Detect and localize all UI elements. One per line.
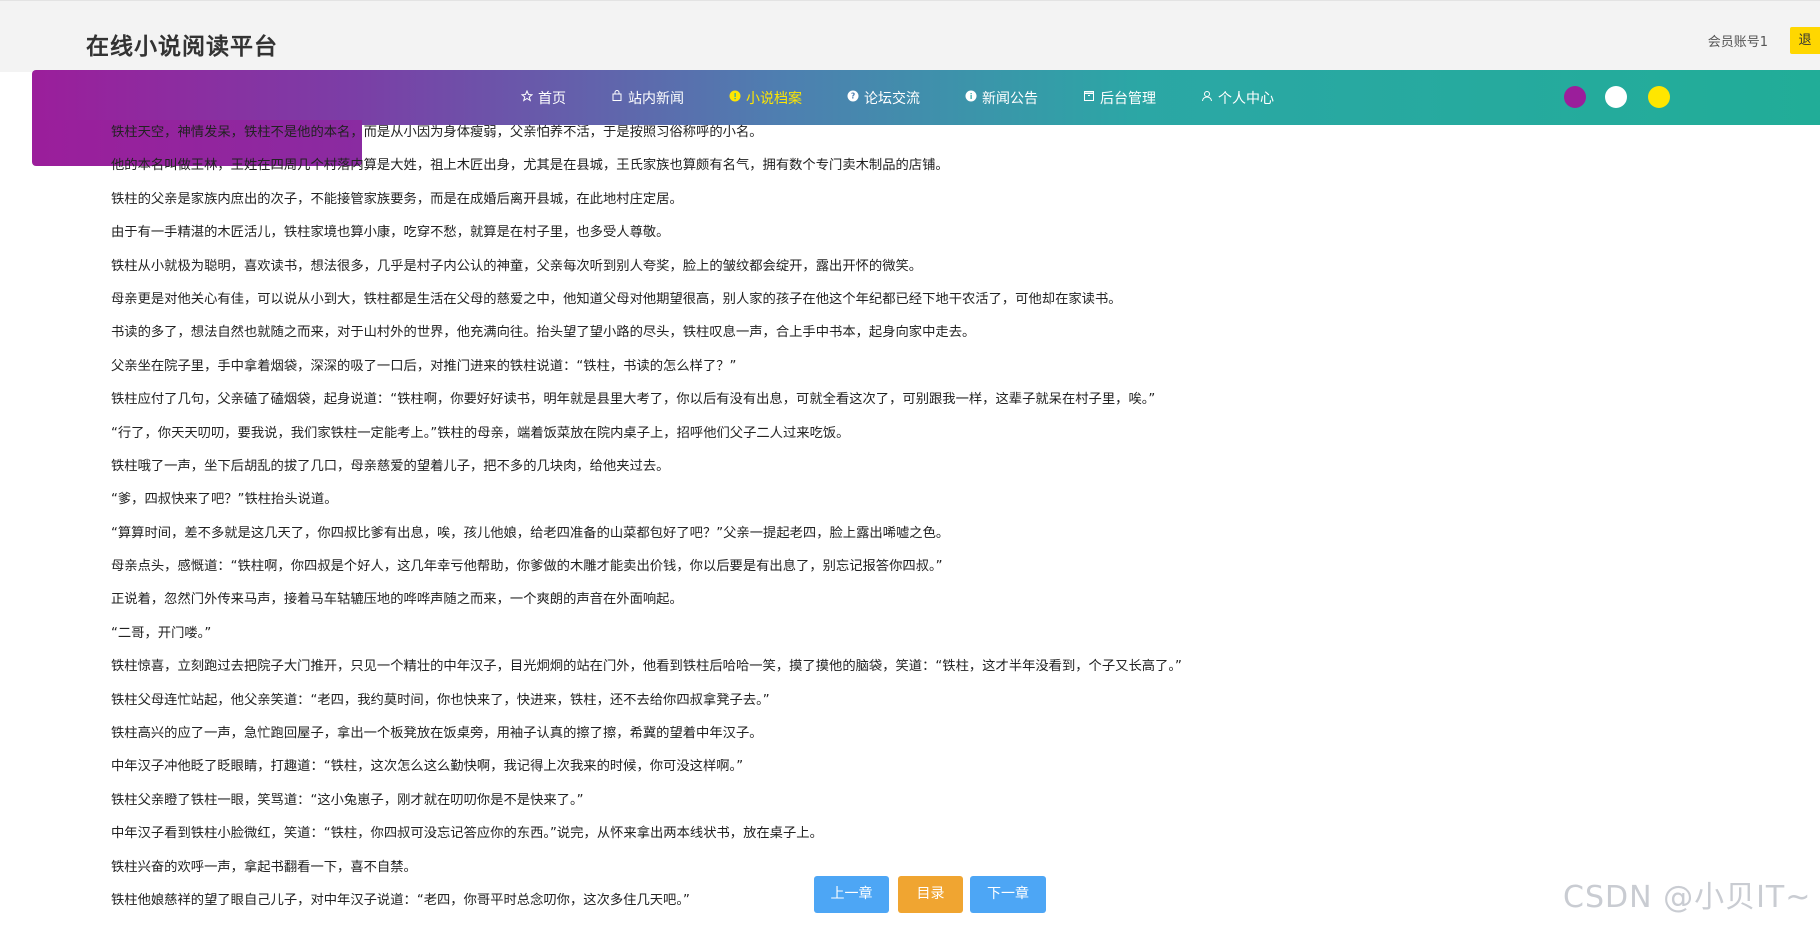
theme-dot-white[interactable]: [1605, 86, 1627, 108]
paragraph: 母亲更是对他关心有佳，可以说从小到大，铁柱都是生活在父母的慈爱之中，他知道父母对…: [111, 291, 1122, 307]
nav-item-site-news[interactable]: 站内新闻: [610, 88, 684, 108]
paragraph: “爹，四叔快来了吧？”铁柱抬头说道。: [111, 492, 338, 508]
paragraph: 由于有一手精湛的木匠活儿，铁柱家境也算小康，吃穿不愁，就算是在村子里，也多受人尊…: [111, 225, 670, 241]
nav-item-label: 后台管理: [1100, 90, 1156, 107]
nav-item-label: 个人中心: [1218, 90, 1274, 107]
account-label[interactable]: 会员账号1: [1708, 31, 1768, 50]
paragraph: 铁柱的父亲是家族内庶出的次子，不能接管家族要务，而是在成婚后离开县城，在此地村庄…: [111, 191, 683, 207]
paragraph: 书读的多了，想法自然也就随之而来，对于山村外的世界，他充满向往。抬头望了望小路的…: [111, 325, 976, 341]
question-circle-icon: ?: [846, 90, 860, 105]
top-bar: 在线小说阅读平台 会员账号1 退: [0, 0, 1820, 72]
paragraph: “算算时间，差不多就是这几天了，你四叔比爹有出息，唉，孩儿他娘，给老四准备的山菜…: [111, 525, 950, 541]
nav-item-label: 论坛交流: [864, 90, 920, 107]
nav-item-label: 首页: [538, 90, 566, 107]
paragraph: 中年汉子冲他眨了眨眼睛，打趣道：“铁柱，这次怎么这么勤快啊，我记得上次我来的时候…: [111, 759, 744, 775]
nav-item-announcements[interactable]: 新闻公告: [964, 88, 1038, 108]
nav-item-home[interactable]: 首页: [520, 88, 566, 108]
star-icon: [520, 89, 534, 105]
nav-menu: 首页 站内新闻 小说档案 ? 论坛交流 新闻公告 后台管理 个人中心: [520, 70, 1318, 125]
paragraph: 他的本名叫做王林，王姓在四周几个村落内算是大姓，祖上木匠出身，尤其是在县城，王氏…: [111, 158, 949, 174]
nav-item-profile[interactable]: 个人中心: [1200, 88, 1274, 108]
nav-item-label: 小说档案: [746, 90, 802, 107]
info-circle-icon: [964, 90, 978, 105]
paragraph: 铁柱天空，神情发呆，铁柱不是他的本名，而是从小因为身体瘦弱，父亲怕养不活，于是按…: [111, 125, 763, 140]
nav-item-label: 站内新闻: [628, 90, 684, 107]
paragraph: 铁柱应付了几句，父亲磕了磕烟袋，起身说道：“铁柱啊，你要好好读书，明年就是县里大…: [111, 392, 1156, 408]
bag-icon: [610, 90, 624, 105]
nav-item-label: 新闻公告: [982, 90, 1038, 107]
paragraph: “行了，你天天叨叨，要我说，我们家铁柱一定能考上。”铁柱的母亲，端着饭菜放在院内…: [111, 425, 850, 441]
nav-item-admin[interactable]: 后台管理: [1082, 88, 1156, 108]
info-circle-icon: [728, 90, 742, 105]
paragraph: 中年汉子看到铁柱小脸微红，笑道：“铁柱，你四叔可没忘记答应你的东西。”说完，从怀…: [111, 826, 823, 842]
watermark: CSDN @小贝IT~: [1563, 880, 1812, 915]
site-title[interactable]: 在线小说阅读平台: [86, 27, 278, 61]
paragraph: 父亲坐在院子里，手中拿着烟袋，深深的吸了一口后，对推门进来的铁柱说道：“铁柱，书…: [111, 358, 737, 374]
paragraph: 铁柱兴奋的欢呼一声，拿起书翻看一下，喜不自禁。: [111, 859, 417, 875]
paragraph: 铁柱他娘慈祥的望了眼自己儿子，对中年汉子说道：“老四，你哥平时总念叨你，这次多住…: [111, 892, 690, 908]
user-icon: [1200, 90, 1214, 105]
theme-dot-yellow[interactable]: [1648, 86, 1670, 108]
paragraph: 铁柱父亲瞪了铁柱一眼，笑骂道：“这小兔崽子，刚才就在叨叨你是不是快来了。”: [111, 792, 584, 808]
paragraph: 铁柱父母连忙站起，他父亲笑道：“老四，我约莫时间，你也快来了，快进来，铁柱，还不…: [111, 692, 770, 708]
logout-button[interactable]: 退: [1790, 27, 1820, 54]
theme-dot-purple[interactable]: [1564, 86, 1586, 108]
next-chapter-button[interactable]: 下一章: [970, 876, 1046, 913]
paragraph: 铁柱从小就极为聪明，喜欢读书，想法很多，几乎是村子内公认的神童，父亲每次听到别人…: [111, 258, 923, 274]
nav-item-novel-archive[interactable]: 小说档案: [728, 88, 802, 108]
prev-chapter-button[interactable]: 上一章: [814, 876, 889, 913]
paragraph: 母亲点头，感慨道：“铁柱啊，你四叔是个好人，这几年幸亏他帮助，你爹做的木雕才能卖…: [111, 559, 943, 575]
box-icon: [1082, 90, 1096, 105]
paragraph: 铁柱高兴的应了一声，急忙跑回屋子，拿出一个板凳放在饭桌旁，用袖子认真的擦了擦，希…: [111, 726, 763, 742]
nav-item-forum[interactable]: ? 论坛交流: [846, 88, 920, 108]
svg-text:?: ?: [851, 92, 855, 101]
paragraph: 铁柱惊喜，立刻跑过去把院子大门推开，只见一个精壮的中年汉子，目光炯炯的站在门外，…: [111, 659, 1182, 675]
paragraph: 正说着，忽然门外传来马声，接着马车轱辘压地的哗哗声随之而来，一个爽朗的声音在外面…: [111, 592, 683, 608]
paragraph: 铁柱哦了一声，坐下后胡乱的拔了几口，母亲慈爱的望着儿子，把不多的几块肉，给他夹过…: [111, 458, 670, 474]
chapter-content: 铁柱天空，神情发呆，铁柱不是他的本名，而是从小因为身体瘦弱，父亲怕养不活，于是按…: [111, 124, 1511, 925]
table-of-contents-button[interactable]: 目录: [898, 876, 963, 913]
paragraph: “二哥，开门喽。”: [111, 625, 212, 641]
